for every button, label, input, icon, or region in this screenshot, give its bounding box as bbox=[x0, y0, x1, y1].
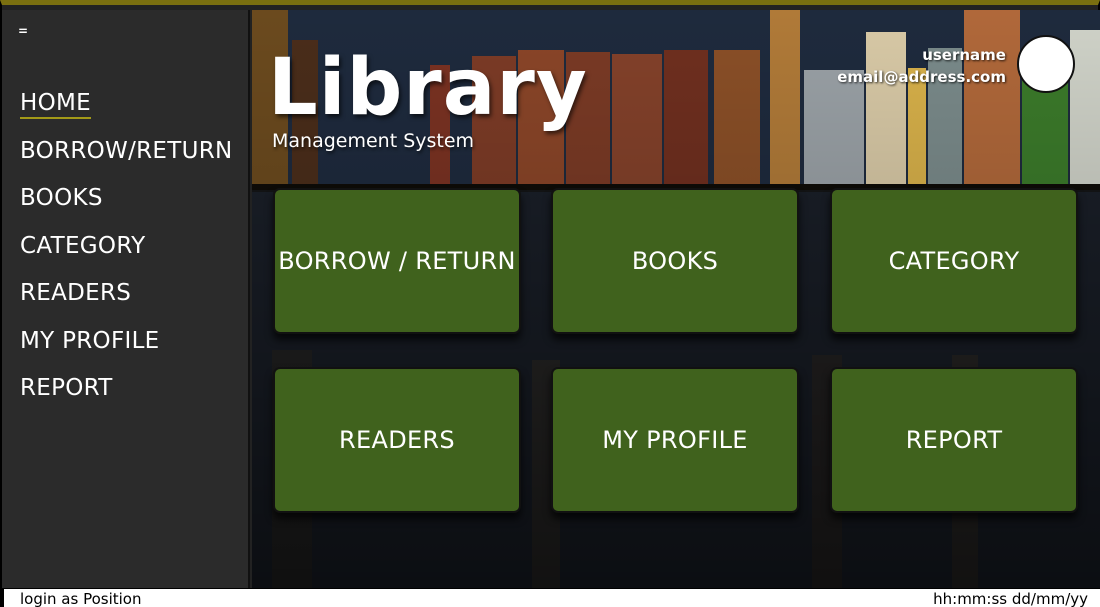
user-name: username bbox=[922, 46, 1006, 64]
sidebar-item-label: READERS bbox=[20, 280, 132, 306]
status-bar: login as Position hh:mm:ss dd/mm/yy bbox=[2, 588, 1100, 607]
sidebar: = HOME BORROW/RETURN BOOKS CATEGORY READ… bbox=[2, 10, 250, 588]
app-subtitle: Management System bbox=[272, 130, 475, 152]
datetime-display: hh:mm:ss dd/mm/yy bbox=[933, 590, 1088, 607]
user-info: username email@address.com bbox=[837, 44, 1006, 88]
sidebar-item-label: CATEGORY bbox=[20, 232, 146, 259]
avatar[interactable] bbox=[1017, 35, 1075, 93]
sidebar-item-report[interactable]: REPORT bbox=[20, 373, 233, 421]
my-profile-tile-button[interactable]: MY PROFILE bbox=[551, 367, 799, 513]
app-title: Library bbox=[268, 43, 588, 133]
sidebar-item-label: BOOKS bbox=[20, 185, 103, 211]
readers-tile-button[interactable]: READERS bbox=[273, 367, 521, 513]
menu-toggle-icon[interactable]: = bbox=[18, 24, 28, 38]
sidebar-item-borrow-return[interactable]: BORROW/RETURN bbox=[20, 136, 233, 184]
sidebar-item-label: MY PROFILE bbox=[20, 327, 160, 354]
sidebar-item-label: HOME bbox=[20, 90, 91, 119]
sidebar-item-readers[interactable]: READERS bbox=[20, 278, 233, 326]
category-tile-button[interactable]: CATEGORY bbox=[830, 188, 1078, 334]
sidebar-item-home[interactable]: HOME bbox=[20, 88, 233, 136]
report-tile-button[interactable]: REPORT bbox=[830, 367, 1078, 513]
sidebar-item-label: BORROW/RETURN bbox=[20, 137, 233, 164]
borrow-return-tile-button[interactable]: BORROW / RETURN bbox=[273, 188, 521, 334]
sidebar-item-category[interactable]: CATEGORY bbox=[20, 231, 233, 279]
sidebar-item-label: REPORT bbox=[20, 375, 113, 401]
sidebar-item-my-profile[interactable]: MY PROFILE bbox=[20, 326, 233, 374]
books-tile-button[interactable]: BOOKS bbox=[551, 188, 799, 334]
app-window: = HOME BORROW/RETURN BOOKS CATEGORY READ… bbox=[0, 0, 1100, 607]
user-email: email@address.com bbox=[837, 68, 1006, 86]
sidebar-nav: HOME BORROW/RETURN BOOKS CATEGORY READER… bbox=[20, 88, 233, 421]
sidebar-item-books[interactable]: BOOKS bbox=[20, 183, 233, 231]
main-content: Library Management System username email… bbox=[252, 10, 1100, 588]
login-status: login as Position bbox=[20, 590, 142, 607]
